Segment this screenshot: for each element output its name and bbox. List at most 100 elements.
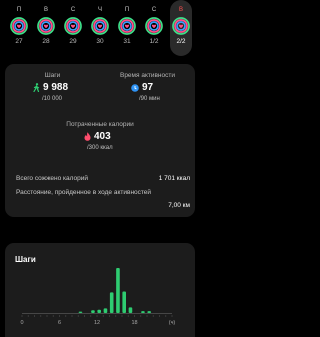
steps-chart-card[interactable]: Шаги 0 6 12 18 (ч) xyxy=(5,243,195,337)
hour-tick-dot xyxy=(96,315,98,317)
day-number: 31 xyxy=(123,38,131,45)
hour-tick-dot xyxy=(52,315,54,317)
hour-tick-dot xyxy=(127,315,129,317)
active-time-goal: /90 мин xyxy=(139,96,160,102)
hour-tick-dot xyxy=(46,315,48,317)
calories-value: 403 xyxy=(84,131,111,142)
active-time-label: Время активности xyxy=(119,72,175,79)
hour-tick-dot xyxy=(84,315,85,317)
steps-value-text: 9 988 xyxy=(43,82,69,93)
active-time-value-text: 97 xyxy=(142,82,154,93)
activity-heart-ring-icon xyxy=(91,17,109,35)
calories-value-text: 403 xyxy=(94,131,111,142)
day-2[interactable]: С 29 xyxy=(62,0,84,56)
total-calories-row: Всего сожжено калорий 1 701 ккал xyxy=(16,175,190,182)
day-letter: С xyxy=(70,7,76,13)
total-calories-value: 1 701 ккал xyxy=(158,175,190,182)
steps-label: Шаги xyxy=(44,72,61,79)
hour-tick-dot xyxy=(140,315,142,317)
hour-tick-dot xyxy=(27,315,29,317)
distance-row: Расстояние, пройденное в ходе активносте… xyxy=(16,189,190,196)
day-3[interactable]: Ч 30 xyxy=(89,0,111,56)
activity-summary-card: Шаги 9 988 /10 000 Время активности 97 /… xyxy=(5,64,195,217)
distance-label: Расстояние, пройденное в ходе активносте… xyxy=(16,189,152,196)
day-number: 27 xyxy=(15,38,23,45)
steps-bar xyxy=(91,310,95,313)
steps-bar-chart: 0 6 12 18 (ч) xyxy=(20,268,176,326)
activity-heart-ring-icon xyxy=(118,17,136,35)
steps-bar xyxy=(128,307,133,313)
clock-icon xyxy=(131,83,139,92)
steps-bar xyxy=(147,311,151,313)
hour-tick-dot xyxy=(77,315,79,317)
steps-value: 9 988 xyxy=(33,82,68,93)
day-letter: Ч xyxy=(98,7,102,13)
heart-icon xyxy=(151,24,157,29)
day-number: 30 xyxy=(96,38,104,45)
day-number: 2/2 xyxy=(176,38,186,45)
hour-tick-dot xyxy=(152,315,154,317)
activity-heart-ring-icon xyxy=(64,17,82,35)
heart-icon xyxy=(70,24,76,29)
steps-bar xyxy=(122,291,126,313)
activity-heart-ring-icon xyxy=(37,17,55,35)
hour-tick-dot xyxy=(21,315,23,317)
calories-goal: /300 ккал xyxy=(87,145,113,151)
activity-heart-ring-icon xyxy=(172,17,190,35)
calories-label: Потраченные калории xyxy=(66,121,134,128)
hour-tick-dot xyxy=(115,315,117,317)
x-tick-label: 18 xyxy=(131,320,137,326)
day-4[interactable]: П 31 xyxy=(116,0,138,56)
heart-icon xyxy=(178,24,184,29)
steps-bar xyxy=(97,309,101,313)
day-0[interactable]: П 27 xyxy=(8,0,30,56)
day-letter: В xyxy=(178,7,183,13)
activity-heart-ring-icon xyxy=(10,17,28,35)
hour-tick-dot xyxy=(159,315,160,317)
day-1[interactable]: В 28 xyxy=(35,0,57,56)
hour-tick-dot xyxy=(121,315,123,317)
steps-bar xyxy=(78,311,83,313)
heart-icon xyxy=(43,24,49,29)
day-number: 28 xyxy=(42,38,50,45)
x-tick-label: 12 xyxy=(94,320,100,326)
steps-bar xyxy=(141,311,145,313)
hour-tick-dot xyxy=(134,315,135,317)
active-time-value: 97 xyxy=(131,82,153,93)
hour-tick-dot xyxy=(71,315,73,317)
day-number: 1/2 xyxy=(149,38,159,45)
flame-icon xyxy=(84,132,91,141)
x-tick-label: (ч) xyxy=(169,320,176,326)
day-letter: В xyxy=(43,7,48,13)
total-calories-label: Всего сожжено калорий xyxy=(16,175,88,182)
hour-tick-dot xyxy=(59,315,60,317)
day-5[interactable]: С 1/2 xyxy=(143,0,165,56)
hour-tick-dot xyxy=(34,315,35,317)
steps-bar xyxy=(116,268,120,313)
hour-tick-dot xyxy=(102,315,104,317)
heart-icon xyxy=(124,24,130,29)
hour-tick-dot xyxy=(109,315,110,317)
day-6[interactable]: В 2/2 xyxy=(170,0,192,56)
heart-icon xyxy=(97,24,103,29)
distance-value: 7,00 км xyxy=(168,202,190,209)
hour-tick-dot xyxy=(146,315,148,317)
day-number: 29 xyxy=(69,38,77,45)
day-letter: П xyxy=(16,7,22,13)
x-tick-label: 6 xyxy=(58,320,61,326)
hour-tick-dot xyxy=(90,315,92,317)
heart-icon xyxy=(16,24,22,29)
steps-bar xyxy=(103,308,108,313)
hour-tick-dot xyxy=(40,315,42,317)
steps-bar xyxy=(109,292,114,313)
hour-tick-dot xyxy=(165,315,167,317)
week-strip: П 27 В 28 С 29 Ч 30 П 31 С 1/2 В 2/2 xyxy=(0,0,200,60)
walking-figure-icon xyxy=(33,83,40,92)
activity-heart-ring-icon xyxy=(145,17,163,35)
x-tick-label: 0 xyxy=(20,320,23,326)
day-letter: С xyxy=(151,7,157,13)
hour-tick-dot xyxy=(171,315,173,317)
steps-goal: /10 000 xyxy=(42,96,63,102)
hour-tick-dot xyxy=(65,315,67,317)
day-letter: П xyxy=(124,7,130,13)
